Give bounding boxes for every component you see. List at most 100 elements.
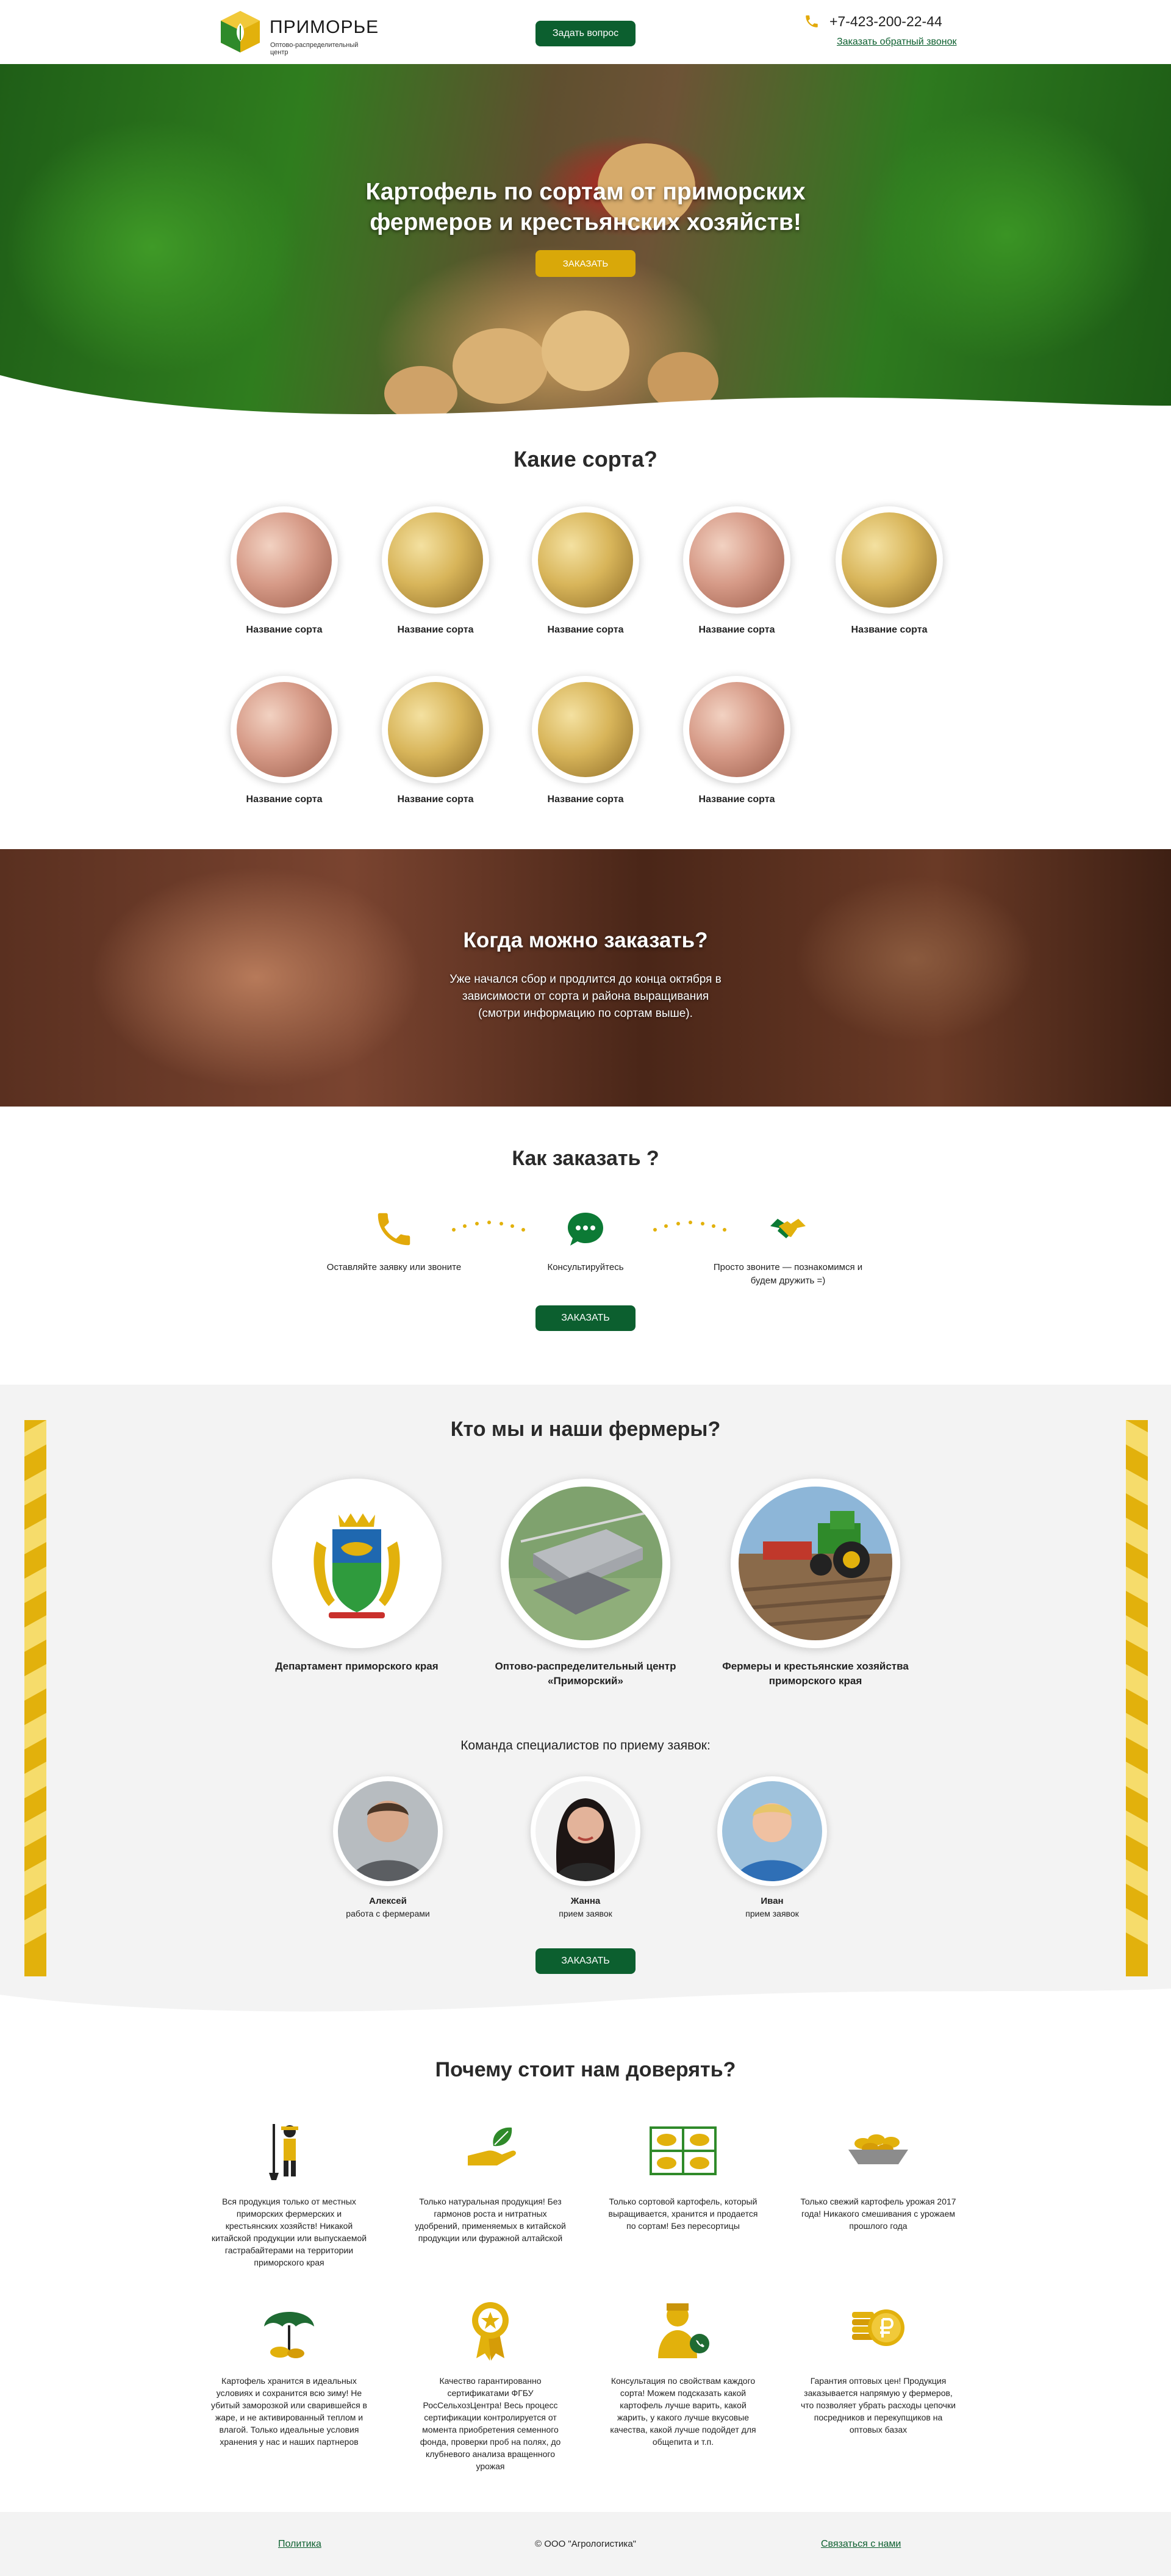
trust-text: Консультация по свойствам каждого сорта!… [610,2376,756,2447]
copyright-text: © ООО "Агрологистика" [535,2539,636,2549]
avatar [338,1781,438,1881]
avatar-frame [531,1776,640,1886]
potato-image [237,512,332,608]
how-order-button[interactable]: ЗАКАЗАТЬ [535,1305,636,1331]
who-image-frame [501,1479,670,1648]
sort-name: Название сорта [547,625,624,635]
potato-image [388,682,483,777]
sort-card[interactable]: Название сорта [676,506,798,636]
hero-potatoes-decoration [0,143,1171,424]
sort-image-frame [683,676,790,783]
section-wave [0,1989,1171,2031]
callback-link[interactable]: Заказать обратный звонок [837,37,956,48]
sort-card[interactable]: Название сорта [676,676,798,805]
when-title: Когда можно заказать? [463,928,708,952]
sort-image-frame [836,506,943,614]
trust-text: Картофель хранится в идеальных условиях … [211,2376,367,2447]
sort-image-frame [683,506,790,614]
trust-text: Гарантия оптовых цен! Продукция заказыва… [801,2376,956,2434]
sort-image-frame [382,676,489,783]
sort-card[interactable]: Название сорта [374,506,496,636]
hero-banner: Картофель по сортам от приморских фермер… [0,64,1171,424]
hero-order-button[interactable]: ЗАКАЗАТЬ [535,250,636,277]
step-label: Оставляйте заявку или звоните [326,1262,462,1272]
who-image-frame [272,1479,442,1648]
how-step: Консультируйтесь [506,1208,665,1274]
sort-name: Название сорта [547,794,624,805]
sort-name: Название сорта [698,794,775,805]
who-card: Оптово-распределительный центр «Приморск… [485,1479,686,1688]
potato-image [842,512,937,608]
handshake-icon [770,1219,806,1238]
sort-card[interactable]: Название сорта [525,676,646,805]
phone-number[interactable]: +7-423-200-22-44 [829,13,942,30]
logo-title: ПРИМОРЬЕ [270,17,379,37]
ruble-coins-icon [852,2309,904,2346]
warehouse-aerial-icon [509,1487,662,1640]
sort-card[interactable]: Название сорта [223,506,345,636]
avatar-frame [717,1776,827,1886]
avatar-frame [333,1776,443,1886]
chat-bubble-icon [568,1213,603,1246]
sort-image-frame [532,676,639,783]
trust-item: Только сортовой картофель, который выращ… [604,2115,762,2232]
team-member: Иван прием заявок [705,1776,839,1918]
hero-title: Картофель по сортам от приморских фермер… [365,179,806,235]
potato-image [388,512,483,608]
potato-image [689,512,784,608]
who-label: Оптово-распределительный центр «Приморск… [495,1660,676,1687]
trust-item: Картофель хранится в идеальных условиях … [210,2295,368,2448]
logo[interactable]: ПРИМОРЬЕ Оптово-распределительный центр [220,10,378,56]
who-order-button[interactable]: ЗАКАЗАТЬ [535,1948,636,1974]
sort-card[interactable]: Название сорта [374,676,496,805]
potato-image [237,682,332,777]
coat-of-arms-icon [280,1487,434,1640]
trust-text: Только сортовой картофель, который выращ… [608,2197,758,2231]
who-label: Фермеры и крестьянские хозяйства приморс… [722,1660,909,1687]
phone-icon [378,1213,410,1246]
who-title: Кто мы и наши фермеры? [450,1418,721,1441]
team-member: Алексей работа с фермерами [321,1776,455,1918]
award-icon [472,2302,509,2361]
person-role: прием заявок [745,1909,799,1918]
potato-image [538,682,633,777]
sort-name: Название сорта [397,794,474,805]
page: ПРИМОРЬЕ Оптово-распределительный центр … [0,0,1171,2576]
trust-text: Качество гарантированно сертификатами ФГ… [420,2376,561,2471]
potato-image [538,512,633,608]
who-image-frame [731,1479,900,1648]
ask-question-button[interactable]: Задать вопрос [535,21,636,46]
person-name: Алексей [369,1896,407,1906]
sort-name: Название сорта [698,625,775,635]
when-text: Уже начался сбор и продлится до конца ок… [449,973,722,1020]
trust-item: Качество гарантированно сертификатами ФГ… [411,2295,570,2472]
sort-card[interactable]: Название сорта [828,506,950,636]
trust-item: Гарантия оптовых цен! Продукция заказыва… [799,2295,958,2436]
person-name: Жанна [570,1896,601,1906]
potato-image [689,682,784,777]
who-card: Фермеры и крестьянские хозяйства приморс… [715,1479,916,1688]
sort-card[interactable]: Название сорта [525,506,646,636]
footer: Политика © ООО "Агрологистика" Связаться… [0,2512,1171,2576]
hand-leaf-icon [468,2127,516,2165]
trust-text: Только свежий картофель урожая 2017 года… [800,2197,956,2231]
how-title: Как заказать ? [512,1147,659,1170]
trust-item: Вся продукция только от местных приморск… [210,2115,368,2269]
trust-text: Только натуральная продукция! Без гармон… [415,2197,566,2243]
sort-image-frame [532,506,639,614]
tractor-field-icon [739,1487,892,1640]
sort-image-frame [231,506,338,614]
potato-bowl-icon [848,2134,908,2164]
trust-item: Только свежий картофель урожая 2017 года… [799,2115,958,2232]
contact-link[interactable]: Связаться с нами [821,2539,901,2550]
who-label: Департамент приморского края [275,1660,439,1672]
sorts-title: Какие сорта? [514,447,657,472]
sorted-boxes-icon [650,2126,717,2175]
trust-title: Почему стоит нам доверять? [435,2058,736,2081]
consultant-icon [658,2303,709,2358]
sort-name: Название сорта [397,625,474,635]
sort-card[interactable]: Название сорта [223,676,345,805]
how-step: Просто звоните — познакомимся и будем др… [709,1208,867,1288]
sort-name: Название сорта [851,625,928,635]
decorative-band-right [1126,1420,1148,1976]
